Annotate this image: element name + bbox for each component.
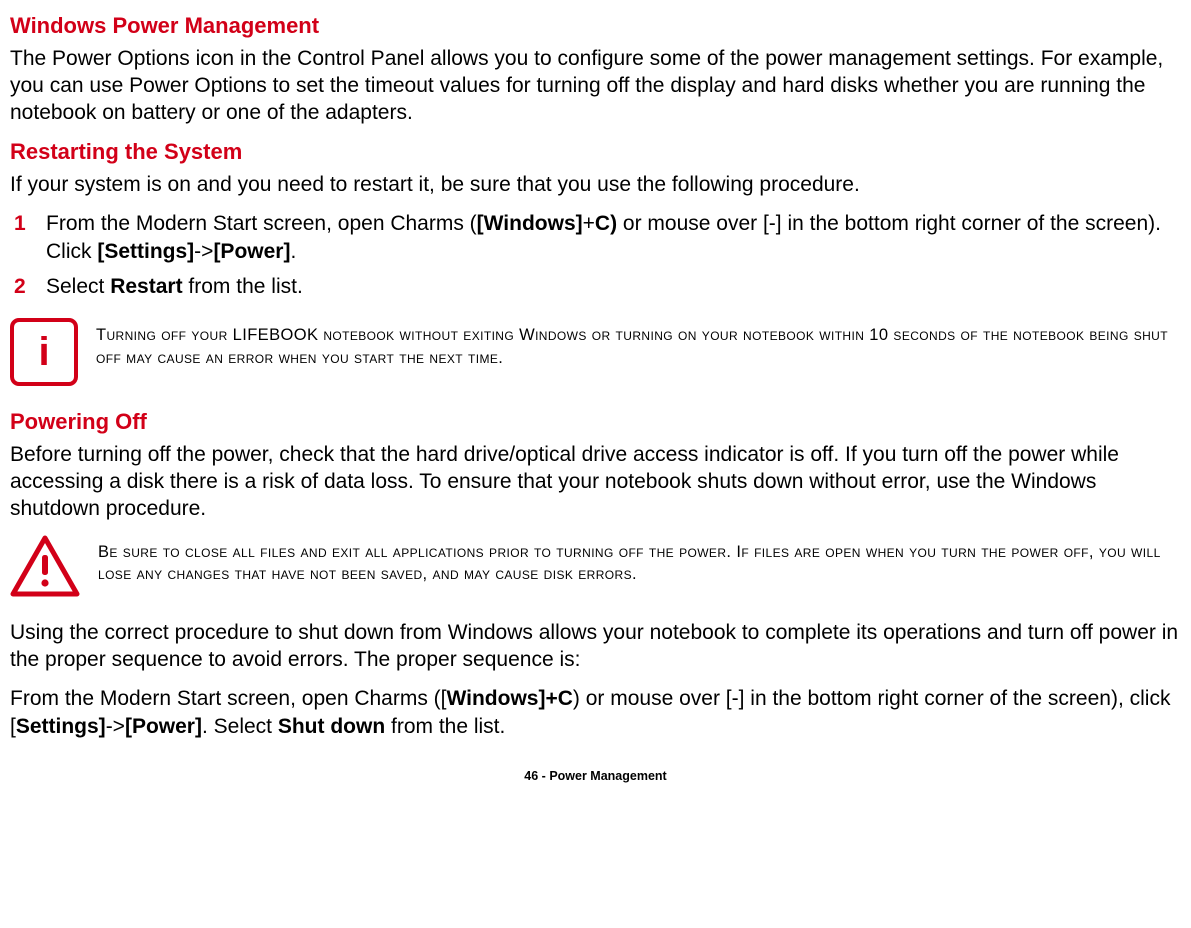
menu-restart: Restart	[110, 275, 182, 298]
t: ->	[106, 715, 125, 738]
heading-restarting: Restarting the System	[10, 138, 1181, 167]
restart-step-2: 2 Select Restart from the list.	[10, 273, 1181, 300]
t: .	[290, 240, 296, 263]
step-text: From the Modern Start screen, open Charm…	[46, 212, 1161, 262]
t: . Select	[202, 715, 278, 738]
t: ->	[194, 240, 213, 263]
t: From the Modern Start screen, open Charm…	[46, 212, 477, 235]
footer-section: Power Management	[549, 769, 666, 783]
menu-power: [Power]	[125, 715, 202, 738]
heading-windows-power-management: Windows Power Management	[10, 12, 1181, 41]
page-number: 46	[524, 769, 538, 783]
footer-sep: -	[538, 769, 549, 783]
shutdown-intro: Using the correct procedure to shut down…	[10, 619, 1181, 674]
step-number: 1	[14, 210, 26, 237]
lead-restarting: If your system is on and you need to res…	[10, 171, 1181, 198]
heading-powering-off: Powering Off	[10, 408, 1181, 437]
callout-warning: Be sure to close all files and exit all …	[10, 535, 1181, 597]
body-wpm: The Power Options icon in the Control Pa…	[10, 45, 1181, 127]
step-number: 2	[14, 273, 26, 300]
kbd-c: C)	[595, 212, 617, 235]
step-text: Select Restart from the list.	[46, 275, 303, 298]
t: +	[583, 212, 595, 235]
page-footer: 46 - Power Management	[10, 768, 1181, 784]
menu-power: [Power]	[213, 240, 290, 263]
callout-warning-text: Be sure to close all files and exit all …	[98, 535, 1181, 586]
kbd-windows-c: Windows]+C	[447, 687, 573, 710]
menu-settings: Settings]	[16, 715, 106, 738]
restart-steps: 1 From the Modern Start screen, open Cha…	[10, 210, 1181, 300]
t: From the Modern Start screen, open Charm…	[10, 687, 447, 710]
callout-info-text: Turning off your LIFEBOOK notebook witho…	[96, 318, 1181, 369]
restart-step-1: 1 From the Modern Start screen, open Cha…	[10, 210, 1181, 265]
info-icon: i	[10, 318, 78, 386]
shutdown-procedure: From the Modern Start screen, open Charm…	[10, 685, 1181, 740]
menu-shut-down: Shut down	[278, 715, 385, 738]
t: from the list.	[183, 275, 303, 298]
warning-icon	[10, 535, 80, 597]
kbd-windows: [Windows]	[477, 212, 583, 235]
body-powering-off: Before turning off the power, check that…	[10, 441, 1181, 523]
menu-settings: [Settings]	[97, 240, 194, 263]
t: Select	[46, 275, 110, 298]
callout-info: i Turning off your LIFEBOOK notebook wit…	[10, 318, 1181, 386]
t: from the list.	[385, 715, 505, 738]
